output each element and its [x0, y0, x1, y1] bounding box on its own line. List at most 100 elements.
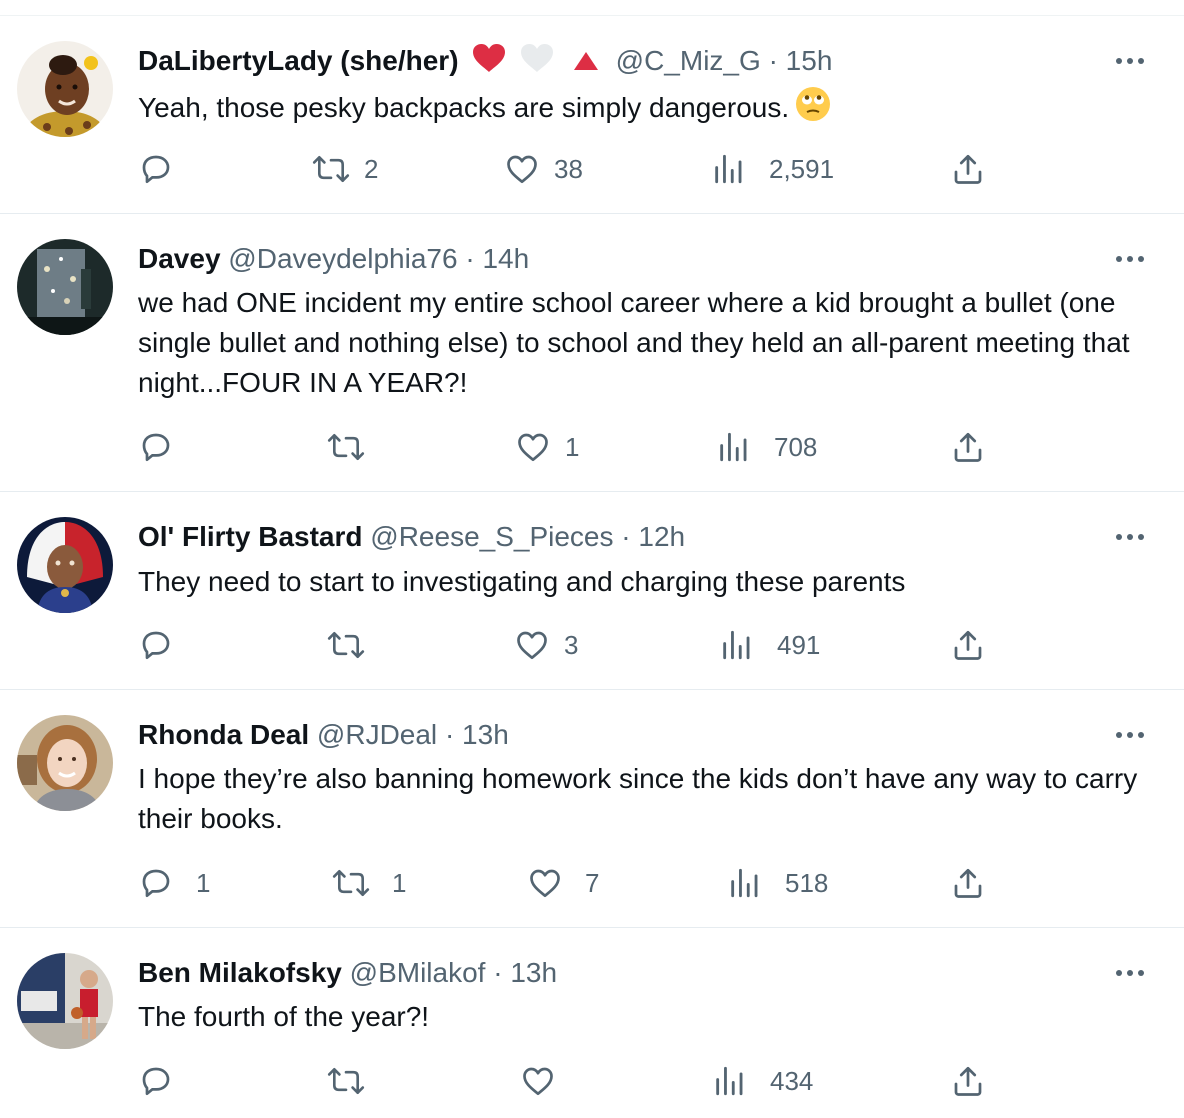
tweet-4[interactable]: Rhonda Deal @RJDeal · 13h I hope they’re…	[0, 690, 1184, 928]
more-icon[interactable]	[1112, 717, 1148, 753]
face-with-rolling-eyes-icon	[795, 86, 831, 133]
more-icon[interactable]	[1112, 241, 1148, 277]
tweet-text: I hope they’re also banning homework sin…	[138, 763, 1138, 834]
avatar[interactable]	[17, 41, 113, 137]
retweet-icon	[327, 627, 365, 663]
tweet-header: Ben Milakofsky @BMilakof · 13h	[138, 955, 557, 991]
share-icon	[950, 151, 986, 187]
tweet-5[interactable]: Ben Milakofsky @BMilakof · 13h The fourt…	[0, 928, 1184, 1118]
share-icon	[950, 429, 986, 465]
like-count: 1	[565, 431, 580, 462]
reply-icon	[138, 429, 174, 465]
reply-button[interactable]	[138, 427, 188, 467]
views-button[interactable]: 518	[727, 863, 828, 903]
like-count: 3	[564, 629, 579, 660]
share-button[interactable]	[950, 863, 986, 903]
like-button[interactable]: 1	[515, 427, 579, 467]
display-name[interactable]: Rhonda Deal	[138, 719, 309, 750]
views-chart-icon	[711, 152, 745, 186]
reply-icon	[138, 151, 174, 187]
retweet-icon	[312, 151, 350, 187]
timestamp[interactable]: 14h	[482, 243, 529, 274]
white-heart-icon	[520, 43, 554, 82]
timestamp[interactable]: 13h	[510, 957, 557, 988]
tweet-2[interactable]: Davey @Daveydelphia76 · 14h we had ONE i…	[0, 214, 1184, 492]
reply-button[interactable]	[138, 625, 188, 665]
tweet-header: Ol' Flirty Bastard @Reese_S_Pieces · 12h	[138, 519, 685, 555]
share-button[interactable]	[950, 149, 986, 189]
handle[interactable]: @Reese_S_Pieces	[370, 521, 613, 552]
retweet-button[interactable]: 2	[312, 149, 378, 189]
tweet-header: Rhonda Deal @RJDeal · 13h	[138, 717, 509, 753]
separator-dot: ·	[465, 243, 475, 274]
share-icon	[950, 865, 986, 901]
heart-icon	[504, 151, 540, 187]
handle[interactable]: @Daveydelphia76	[228, 243, 457, 274]
retweet-icon	[332, 865, 370, 901]
reply-button[interactable]	[138, 1061, 188, 1101]
retweet-button[interactable]	[327, 1061, 379, 1101]
views-button[interactable]: 434	[712, 1061, 813, 1101]
tweet-3[interactable]: Ol' Flirty Bastard @Reese_S_Pieces · 12h…	[0, 492, 1184, 690]
share-icon	[950, 627, 986, 663]
view-count: 708	[774, 431, 818, 462]
tweet-text: The fourth of the year?!	[138, 1001, 430, 1032]
reply-button[interactable]: 1	[138, 863, 210, 903]
tweet-1[interactable]: DaLibertyLady (she/her) @C_Miz_G · 15h Y…	[0, 16, 1184, 214]
retweet-button[interactable]	[327, 427, 379, 467]
view-count: 2,591	[769, 153, 835, 184]
timestamp[interactable]: 15h	[786, 45, 833, 76]
views-button[interactable]: 2,591	[711, 149, 834, 189]
views-chart-icon	[727, 866, 761, 900]
handle[interactable]: @C_Miz_G	[616, 45, 761, 76]
handle[interactable]: @RJDeal	[317, 719, 437, 750]
separator-dot: ·	[621, 521, 631, 552]
avatar[interactable]	[17, 239, 113, 335]
more-icon[interactable]	[1112, 519, 1148, 555]
avatar[interactable]	[17, 953, 113, 1049]
reply-button[interactable]	[138, 149, 188, 189]
red-triangle-icon	[572, 45, 600, 81]
like-button[interactable]	[520, 1061, 570, 1101]
more-icon[interactable]	[1112, 43, 1148, 79]
tweet-text: we had ONE incident my entire school car…	[138, 287, 1130, 398]
timestamp[interactable]: 13h	[462, 719, 509, 750]
views-chart-icon	[716, 430, 750, 464]
retweet-button[interactable]: 1	[332, 863, 406, 903]
tweet-text: They need to start to investigating and …	[138, 566, 906, 597]
heart-icon	[520, 1063, 556, 1099]
heart-icon	[514, 627, 550, 663]
views-button[interactable]: 708	[716, 427, 817, 467]
view-count: 518	[785, 867, 829, 898]
display-name[interactable]: Davey	[138, 243, 221, 274]
reply-icon	[138, 865, 174, 901]
share-button[interactable]	[950, 427, 986, 467]
tweet-header: Davey @Daveydelphia76 · 14h	[138, 241, 529, 277]
display-name[interactable]: Ben Milakofsky	[138, 957, 342, 988]
timestamp[interactable]: 12h	[638, 521, 685, 552]
views-button[interactable]: 491	[719, 625, 820, 665]
handle[interactable]: @BMilakof	[350, 957, 486, 988]
reply-icon	[138, 1063, 174, 1099]
more-icon[interactable]	[1112, 955, 1148, 991]
separator-dot: ·	[444, 719, 455, 750]
views-chart-icon	[712, 1064, 746, 1098]
red-heart-icon	[472, 43, 506, 82]
retweet-count: 1	[392, 867, 407, 898]
separator-dot: ·	[493, 957, 503, 988]
separator-dot: ·	[768, 45, 778, 76]
tweet-text: Yeah, those pesky backpacks are simply d…	[138, 86, 1158, 133]
avatar[interactable]	[17, 715, 113, 811]
heart-icon	[515, 429, 551, 465]
retweet-button[interactable]	[327, 625, 379, 665]
display-name[interactable]: DaLibertyLady (she/her)	[138, 45, 459, 76]
heart-icon	[527, 865, 563, 901]
share-button[interactable]	[950, 1061, 986, 1101]
tweet-header: DaLibertyLady (she/her) @C_Miz_G · 15h	[138, 43, 832, 79]
avatar[interactable]	[17, 517, 113, 613]
like-button[interactable]: 7	[527, 863, 599, 903]
display-name[interactable]: Ol' Flirty Bastard	[138, 521, 363, 552]
share-button[interactable]	[950, 625, 986, 665]
like-button[interactable]: 3	[514, 625, 578, 665]
like-button[interactable]: 38	[504, 149, 583, 189]
